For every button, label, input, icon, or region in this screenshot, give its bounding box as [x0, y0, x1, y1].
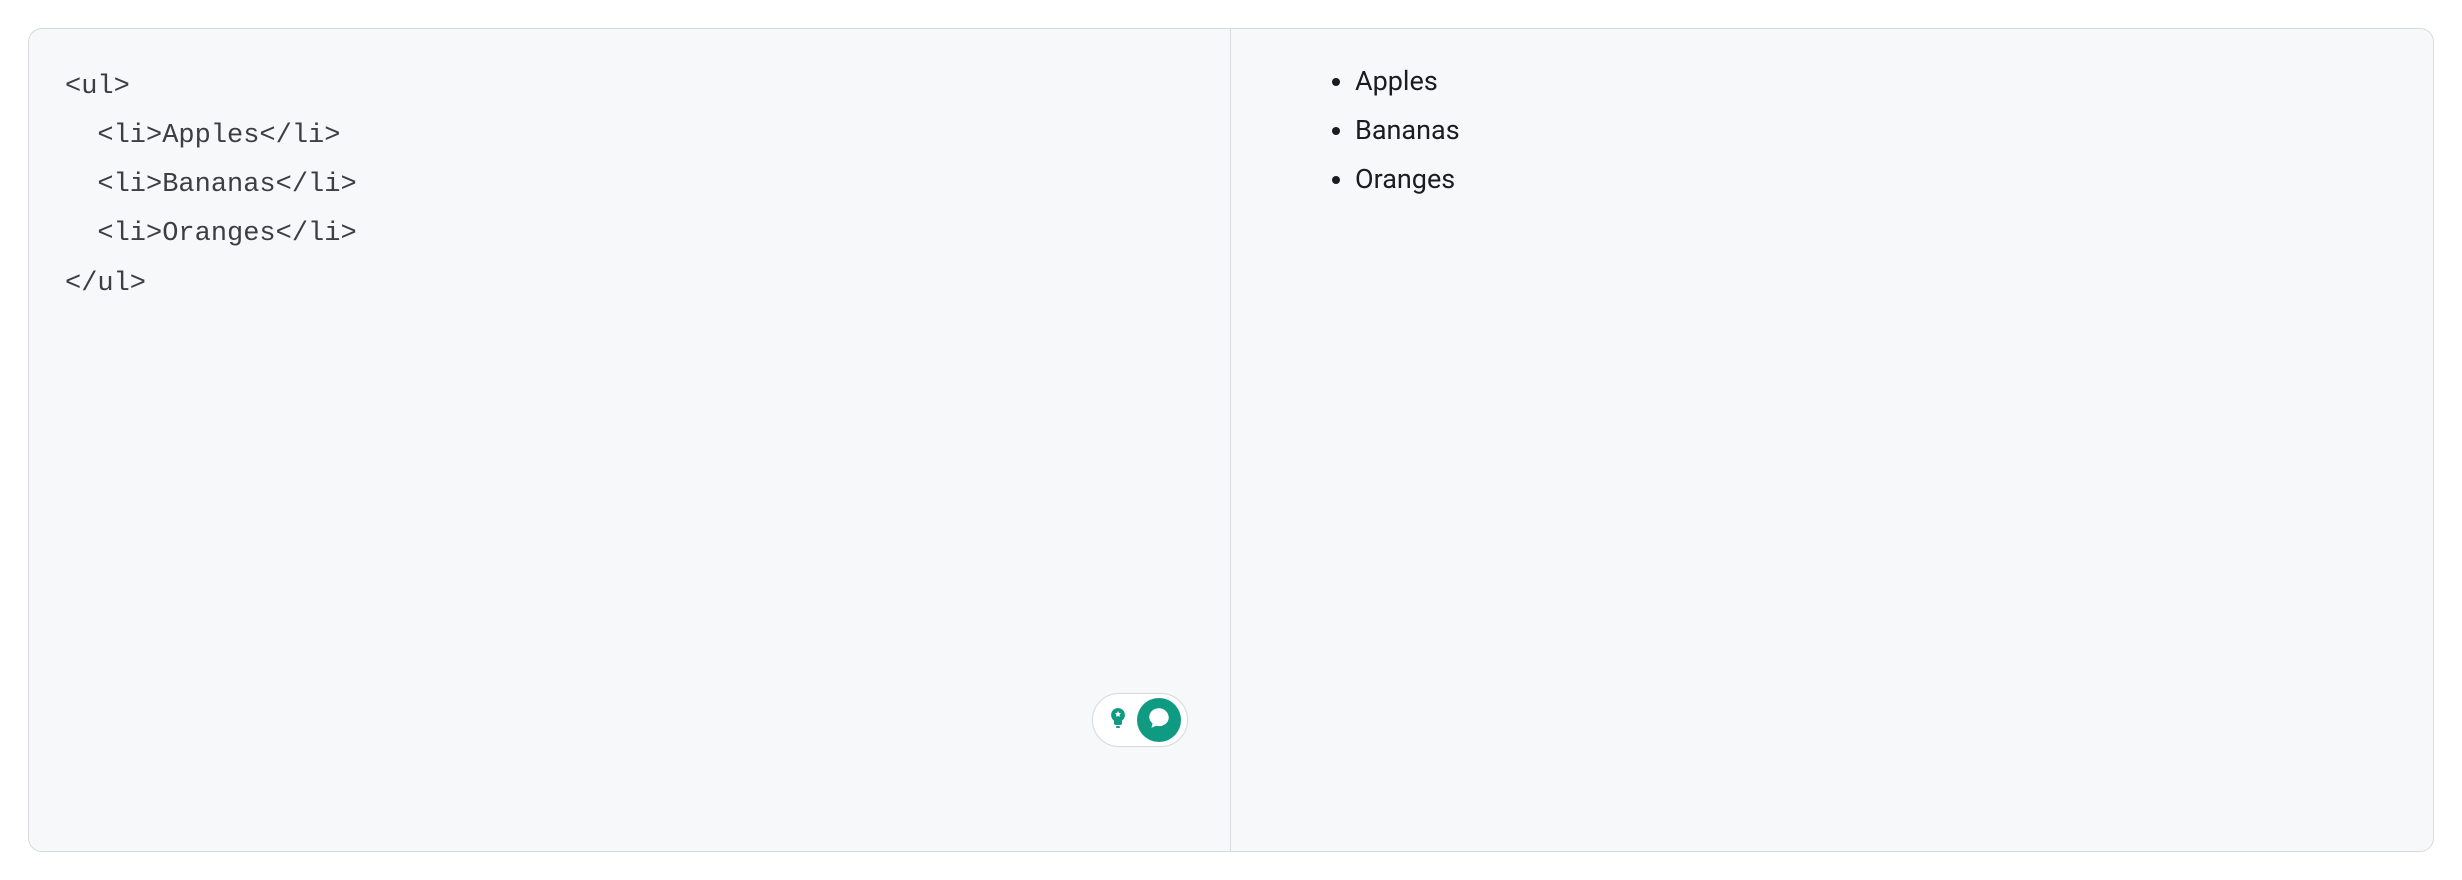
- list-item: Bananas: [1355, 106, 2383, 155]
- code-line: <li>Oranges</li>: [65, 219, 357, 249]
- list-item: Oranges: [1355, 155, 2383, 204]
- preview-pane: Apples Bananas Oranges: [1231, 29, 2433, 851]
- code-block[interactable]: <ul> <li>Apples</li> <li>Bananas</li> <l…: [65, 63, 1194, 309]
- code-pane: <ul> <li>Apples</li> <li>Bananas</li> <l…: [29, 29, 1231, 851]
- split-panel: <ul> <li>Apples</li> <li>Bananas</li> <l…: [28, 28, 2434, 852]
- chat-bubble-icon: [1146, 705, 1172, 735]
- preview-list: Apples Bananas Oranges: [1321, 57, 2383, 204]
- code-line: <ul>: [65, 72, 130, 102]
- preview-output: Apples Bananas Oranges: [1321, 57, 2383, 204]
- code-line: <li>Bananas</li>: [65, 170, 357, 200]
- code-line: <li>Apples</li>: [65, 121, 340, 151]
- chat-button[interactable]: [1137, 698, 1181, 742]
- assist-widget: [1092, 693, 1188, 747]
- list-item: Apples: [1355, 57, 2383, 106]
- lightbulb-icon: [1106, 706, 1130, 734]
- hint-button[interactable]: [1103, 705, 1133, 735]
- code-line: </ul>: [65, 269, 146, 299]
